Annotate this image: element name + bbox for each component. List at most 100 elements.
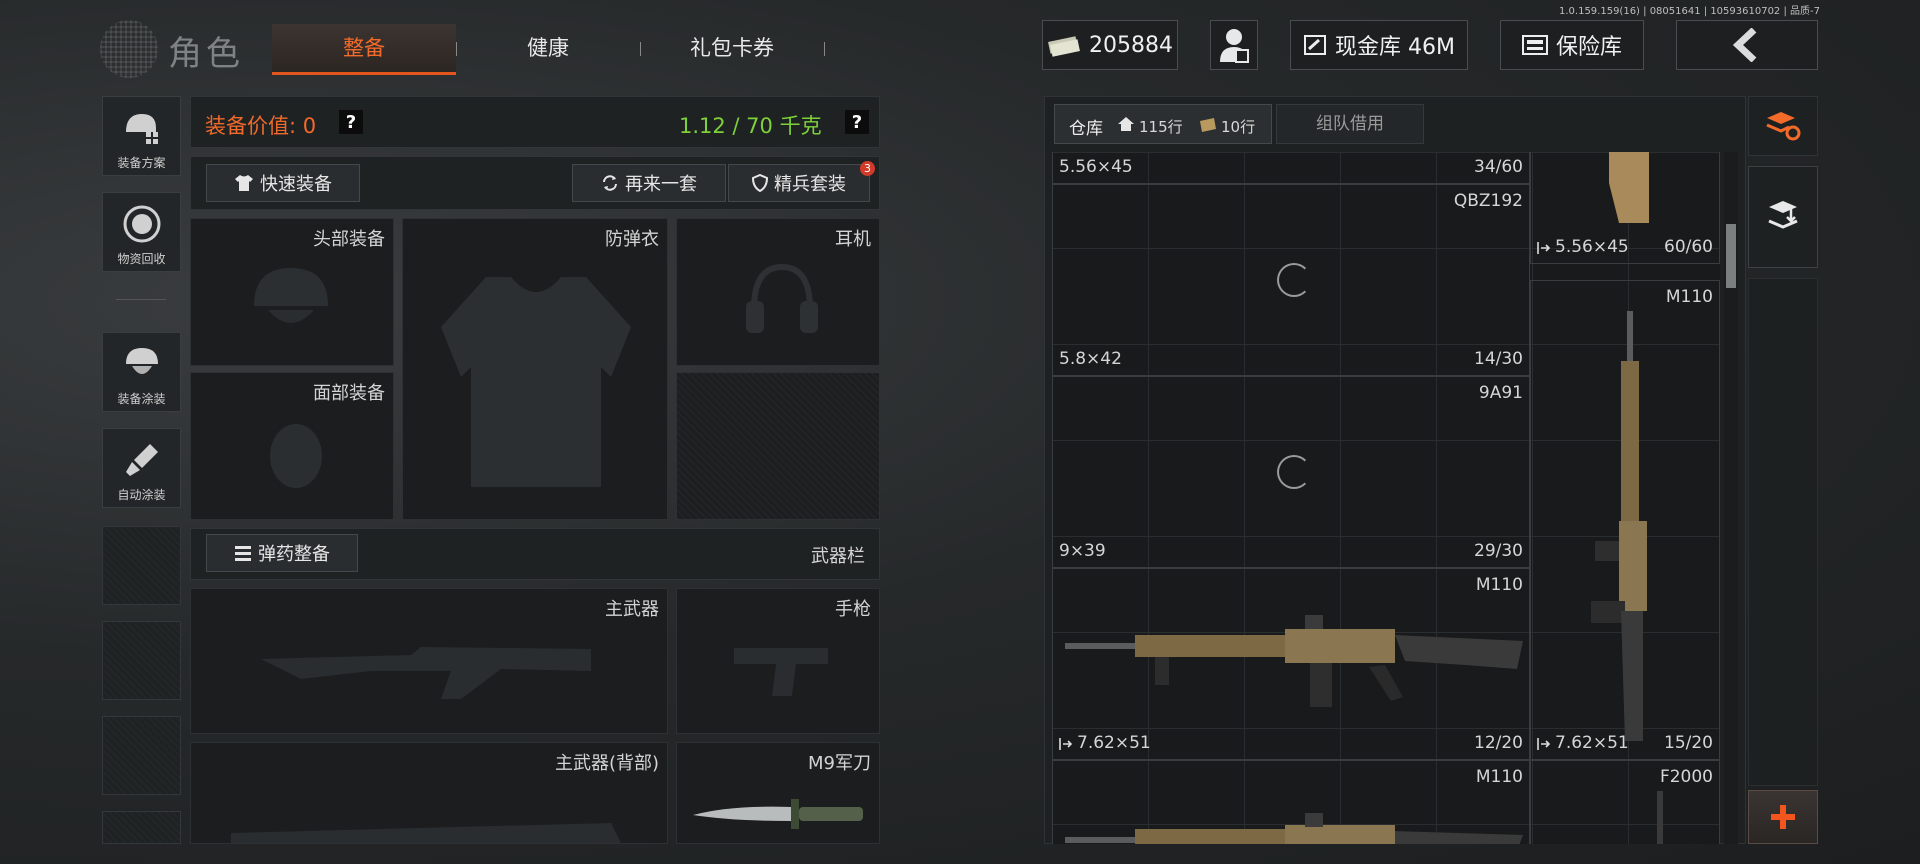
m110-rifle-image [1065, 615, 1523, 707]
operator-icon [1220, 29, 1249, 63]
slot-knife[interactable]: M9军刀 [676, 742, 880, 844]
slot-label: 防弹衣 [605, 229, 659, 250]
inventory-cell[interactable]: M110 [1052, 760, 1530, 844]
sidebar-empty-slot [102, 526, 181, 605]
vault-icon [1304, 35, 1326, 55]
f2000-rifle-image [1657, 791, 1663, 844]
side-tool-panel [1748, 278, 1818, 786]
cell-count: 14/30 [1474, 349, 1523, 369]
warehouse-label: 仓库 [1069, 119, 1103, 139]
cell-name: 9A91 [1478, 383, 1523, 403]
weapon-bar-label: 武器栏 [811, 546, 865, 567]
slot-pistol[interactable]: 手枪 [676, 588, 880, 734]
layers-down-icon [1768, 201, 1798, 229]
inventory-cell[interactable]: F2000 [1530, 760, 1720, 844]
slot-label: 耳机 [835, 229, 871, 250]
elite-set-button[interactable]: 精兵套装 [728, 164, 870, 202]
stack-sort-icon [1766, 112, 1801, 141]
inventory-cell[interactable]: 5.56×45 60/60 [1530, 152, 1720, 264]
pistol-silhouette-icon [734, 648, 828, 696]
slot-label: 主武器(背部) [554, 753, 659, 774]
tab-health[interactable]: 健康 [460, 24, 636, 72]
cell-count: 34/60 [1474, 157, 1523, 177]
cell-caliber: 7.62×51 [1077, 733, 1151, 753]
another-set-button[interactable]: 再来一套 [572, 164, 726, 202]
slot-label: 头部装备 [313, 229, 385, 250]
sidebar-item-recycle[interactable]: 物资回收 [102, 192, 181, 272]
inventory-scrollbar-thumb[interactable] [1726, 224, 1736, 288]
bag-icon [1200, 118, 1216, 132]
home-rows: 115行 [1139, 118, 1183, 136]
brush-icon [125, 444, 158, 476]
operator-button[interactable] [1210, 20, 1258, 70]
loading-spinner-icon [1277, 263, 1311, 297]
sidebar-item-auto-skin[interactable]: 自动涂装 [102, 428, 181, 508]
team-borrow-label: 组队借用 [1316, 114, 1384, 134]
equip-arrow-icon [1059, 738, 1073, 750]
elite-set-label: 精兵套装 [774, 174, 846, 195]
cell-name: M110 [1665, 287, 1713, 307]
helmet-silhouette-icon [254, 268, 328, 323]
cell-caliber: 7.62×51 [1555, 733, 1629, 753]
cash-vault-button[interactable]: 现金库 46M [1290, 20, 1468, 70]
m110-rifle-image [1065, 813, 1523, 844]
safe-box-button[interactable]: 保险库 [1500, 20, 1644, 70]
add-button[interactable] [1748, 790, 1818, 844]
cell-name: M110 [1475, 767, 1523, 787]
weight-value: 1.12 / 70 千克 [679, 114, 822, 138]
slot-face[interactable]: 面部装备 [190, 372, 394, 520]
avatar-globe-icon [100, 20, 158, 78]
inventory-cell[interactable]: QBZ192 5.8×42 14/30 [1052, 184, 1530, 376]
vest-silhouette-icon [441, 277, 631, 487]
home-icon [1118, 117, 1134, 131]
sidebar-item-label: 装备方案 [117, 156, 166, 170]
sidebar-item-loadout-plan[interactable]: 装备方案 [102, 96, 181, 176]
back-button[interactable] [1676, 20, 1818, 70]
currency-display[interactable]: 205884 [1042, 20, 1178, 70]
notification-badge: 3 [860, 161, 875, 176]
sidebar-item-label: 自动涂装 [117, 488, 166, 502]
back-arrow-icon [1732, 28, 1757, 62]
version-text: 1.0.159.159(16) | 08051641 | 10593610702… [1559, 6, 1820, 17]
inventory-cell[interactable]: M110 7.62×51 15/20 [1530, 280, 1720, 760]
tab-equip[interactable]: 整备 [272, 24, 456, 75]
ammo-prep-label: 弹药整备 [258, 544, 330, 565]
inventory-cell[interactable]: 9A91 9×39 29/30 [1052, 376, 1530, 568]
cell-count: 15/20 [1664, 733, 1713, 753]
cell-count: 60/60 [1664, 237, 1713, 257]
tab-divider [824, 42, 825, 56]
tab-label: 整备 [343, 36, 385, 60]
m110-rifle-vertical-image [1591, 311, 1647, 741]
slot-armor[interactable]: 防弹衣 [402, 218, 668, 520]
cash-vault-label: 现金库 46M [1335, 35, 1455, 60]
quick-equip-button[interactable]: 快速装备 [206, 164, 360, 202]
sidebar-item-skin[interactable]: 装备涂装 [102, 332, 181, 412]
tab-team-borrow[interactable]: 组队借用 [1276, 104, 1424, 144]
helmet-paint-icon [125, 348, 158, 374]
slot-primary-weapon[interactable]: 主武器 [190, 588, 668, 734]
slot-label: 主武器 [605, 599, 659, 620]
slot-label: 面部装备 [313, 383, 385, 404]
value-help-icon[interactable]: ? [339, 110, 363, 134]
sidebar-empty-slot [102, 621, 181, 700]
slot-primary-weapon-back[interactable]: 主武器(背部) [190, 742, 668, 844]
safe-box-label: 保险库 [1555, 35, 1622, 60]
cell-name: M110 [1475, 575, 1523, 595]
slot-empty [676, 372, 880, 520]
slot-head[interactable]: 头部装备 [190, 218, 394, 366]
tab-divider [456, 42, 457, 56]
inventory-cell[interactable]: 5.56×45 34/60 [1052, 152, 1530, 184]
ammo-list-icon [235, 546, 251, 561]
sort-button[interactable] [1748, 96, 1818, 156]
slot-earphone[interactable]: 耳机 [676, 218, 880, 366]
inventory-cell[interactable]: M110 7.62×51 12/20 [1052, 568, 1530, 760]
rifle-silhouette-icon [261, 647, 591, 699]
tab-gift-cards[interactable]: 礼包卡券 [644, 24, 820, 72]
shirt-icon [235, 175, 253, 191]
stash-layer-button[interactable] [1748, 166, 1818, 268]
safe-icon [1521, 35, 1548, 55]
weight-help-icon[interactable]: ? [845, 110, 869, 134]
tab-warehouse[interactable]: 仓库 115行 10行 [1054, 104, 1272, 144]
ammo-prep-button[interactable]: 弹药整备 [206, 534, 358, 572]
inventory-grid: 5.56×45 34/60 QBZ192 5.8×42 14/30 9A91 9… [1052, 152, 1720, 844]
